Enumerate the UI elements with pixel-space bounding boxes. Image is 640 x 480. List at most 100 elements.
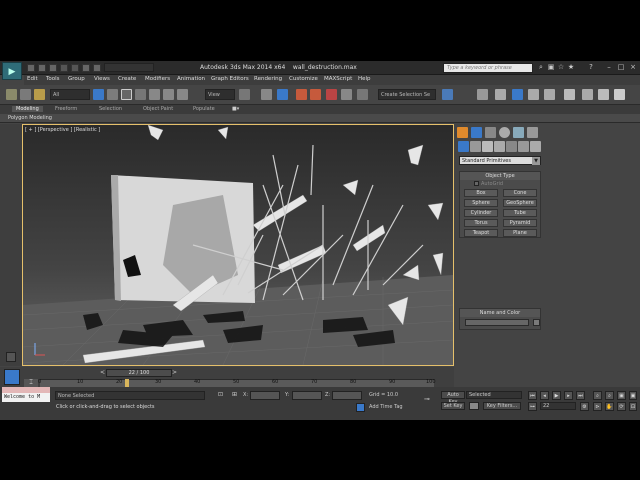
primitive-category-select[interactable]: Standard Primitives ▼ <box>459 156 541 165</box>
select-by-name-icon[interactable] <box>107 89 118 100</box>
z-coord-field[interactable] <box>332 391 362 400</box>
time-config-icon[interactable]: ⚙ <box>580 402 589 411</box>
cameras-icon[interactable] <box>494 141 505 152</box>
menu-modifiers[interactable]: Modifiers <box>145 76 170 82</box>
maximize-icon[interactable]: □ <box>617 64 625 72</box>
minimize-icon[interactable]: – <box>605 64 613 72</box>
orbit-icon[interactable]: ⟳ <box>617 402 626 411</box>
keyboard-shortcut-toggle-icon[interactable] <box>277 89 288 100</box>
goto-start-icon[interactable]: ⏮ <box>528 391 537 400</box>
object-color-swatch[interactable] <box>533 319 540 326</box>
schematic-view-icon[interactable] <box>544 89 555 100</box>
key-filters-button[interactable]: Key Filters... <box>483 402 521 410</box>
help-icon[interactable]: ? <box>587 64 595 72</box>
unlink-icon[interactable] <box>20 89 31 100</box>
menu-help[interactable]: Help <box>358 76 371 82</box>
zoom-all-icon[interactable]: ⌕ <box>605 391 614 400</box>
select-rotate-icon[interactable] <box>163 89 174 100</box>
maxscript-listener[interactable]: Welcome to M <box>2 393 50 402</box>
next-key-icon[interactable]: ▸ <box>564 391 573 400</box>
play-icon[interactable]: ▶ <box>552 391 561 400</box>
subscription-icon[interactable]: ▣ <box>547 64 555 72</box>
tab-object-paint[interactable]: Object Paint <box>143 106 173 112</box>
window-crossing-icon[interactable] <box>135 89 146 100</box>
cone-button[interactable]: Cone <box>503 189 537 197</box>
menu-create[interactable]: Create <box>118 76 136 82</box>
prev-frame-icon[interactable]: < <box>100 369 105 376</box>
shapes-icon[interactable] <box>470 141 481 152</box>
helpers-icon[interactable] <box>506 141 517 152</box>
rect-selection-icon[interactable] <box>121 89 132 100</box>
graphite-toggle-icon[interactable] <box>512 89 523 100</box>
angle-snap-icon[interactable] <box>310 89 321 100</box>
current-frame-field[interactable]: 22 <box>540 402 576 410</box>
lights-icon[interactable] <box>482 141 493 152</box>
pyramid-button[interactable]: Pyramid <box>503 219 537 227</box>
perspective-viewport[interactable]: [ + ] [Perspective ] [Realistic ] <box>22 124 454 366</box>
time-slider[interactable]: 22 / 100 <box>106 369 172 377</box>
teapot-button[interactable]: Teapot <box>464 229 498 237</box>
tab-selection[interactable]: Selection <box>99 106 122 112</box>
key-icon[interactable]: ⊸ <box>424 395 430 403</box>
save-file-icon[interactable] <box>49 64 57 72</box>
menu-tools[interactable]: Tools <box>46 76 60 82</box>
mirror-icon[interactable] <box>442 89 453 100</box>
lock-icon[interactable]: ⊡ <box>218 391 223 398</box>
align-icon[interactable] <box>477 89 488 100</box>
selection-filter-select[interactable]: All <box>50 89 90 100</box>
communication-center-icon[interactable]: ☆ <box>557 64 565 72</box>
geosphere-button[interactable]: GeoSphere <box>503 199 537 207</box>
time-tag-icon[interactable] <box>356 403 365 412</box>
menu-edit[interactable]: Edit <box>27 76 38 82</box>
x-coord-field[interactable] <box>250 391 280 400</box>
set-key-icon[interactable] <box>469 402 479 410</box>
goto-end-icon[interactable]: ⏭ <box>576 391 585 400</box>
set-key-button[interactable]: Set Key <box>441 402 465 410</box>
select-move-icon[interactable] <box>149 89 160 100</box>
name-color-title[interactable]: Name and Color <box>460 309 540 317</box>
space-warps-icon[interactable] <box>518 141 529 152</box>
select-object-icon[interactable] <box>93 89 104 100</box>
menu-rendering[interactable]: Rendering <box>254 76 282 82</box>
key-mode-toggle-icon[interactable]: ⊶ <box>528 402 537 411</box>
viewport-label[interactable]: [ + ] [Perspective ] [Realistic ] <box>25 127 100 133</box>
systems-icon[interactable] <box>530 141 541 152</box>
zoom-icon[interactable]: ⌕ <box>593 391 602 400</box>
create-tab-icon[interactable] <box>457 127 468 138</box>
key-mode-select[interactable]: Selected <box>466 391 522 399</box>
menu-graph-editors[interactable]: Graph Editors <box>211 76 249 82</box>
search-icon[interactable]: ⌕ <box>537 64 545 72</box>
plane-button[interactable]: Plane <box>503 229 537 237</box>
polygon-modeling-label[interactable]: Polygon Modeling <box>8 115 52 121</box>
layer-manager-icon[interactable] <box>495 89 506 100</box>
hierarchy-tab-icon[interactable] <box>485 127 496 138</box>
pan-icon[interactable]: ✋ <box>605 402 614 411</box>
favorites-icon[interactable]: ★ <box>567 64 575 72</box>
menu-group[interactable]: Group <box>68 76 85 82</box>
close-icon[interactable]: × <box>629 64 637 72</box>
search-input[interactable]: Type a keyword or phrase <box>443 63 533 73</box>
object-name-input[interactable] <box>465 319 529 326</box>
named-selection-set-select[interactable]: Create Selection Se <box>378 89 436 100</box>
spinner-snap-icon[interactable] <box>341 89 352 100</box>
maximize-viewport-icon[interactable]: ⊡ <box>629 402 637 411</box>
select-manipulate-icon[interactable] <box>261 89 272 100</box>
snaps-toggle-icon[interactable] <box>296 89 307 100</box>
render-setup-icon[interactable] <box>582 89 593 100</box>
zoom-extents-all-icon[interactable]: ▣ <box>629 391 637 400</box>
link-icon[interactable] <box>6 89 17 100</box>
bind-space-warp-icon[interactable] <box>34 89 45 100</box>
tube-button[interactable]: Tube <box>503 209 537 217</box>
torus-button[interactable]: Torus <box>464 219 498 227</box>
workspace-select[interactable] <box>104 63 154 72</box>
app-logo-icon[interactable]: ▶ <box>2 62 22 80</box>
cylinder-button[interactable]: Cylinder <box>464 209 498 217</box>
track-bar[interactable]: 0 10 20 30 40 50 60 70 80 90 100 <box>38 379 436 387</box>
absolute-mode-icon[interactable]: ⊞ <box>232 391 237 398</box>
display-tab-icon[interactable] <box>513 127 524 138</box>
tab-modeling[interactable]: Modeling <box>12 106 43 112</box>
menu-maxscript[interactable]: MAXScript <box>324 76 352 82</box>
curve-editor-icon[interactable] <box>528 89 539 100</box>
pivot-center-icon[interactable] <box>239 89 250 100</box>
next-frame-icon[interactable]: > <box>172 369 177 376</box>
